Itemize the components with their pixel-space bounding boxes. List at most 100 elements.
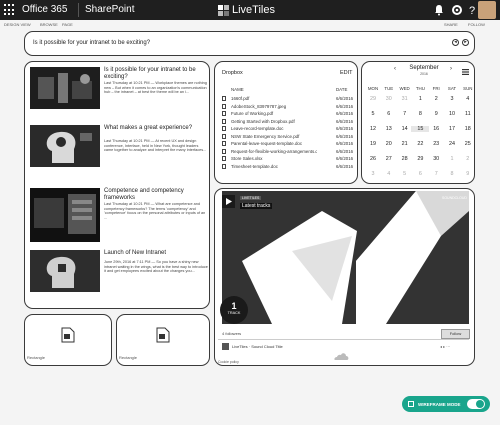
rectangle-label: Rectangle	[27, 355, 46, 360]
track-title[interactable]: LiveTiles · Sound Cloud Title	[232, 344, 283, 349]
file-name[interactable]: Getting Started with Dropbox.pdf	[231, 119, 317, 124]
file-date: 6/6/2016	[336, 156, 354, 161]
calendar-month: September	[409, 65, 439, 71]
soundcloud-art-shapes	[242, 211, 357, 324]
office365-title[interactable]: Office 365	[22, 3, 67, 17]
ribbon-bar: DESIGN VIEW BROWSE PAGE SHARE FOLLOW	[0, 20, 500, 29]
file-name[interactable]: Request-for-flexible-working-arrangement…	[231, 149, 317, 154]
calendar-panel	[361, 61, 475, 184]
file-icon	[222, 141, 226, 146]
file-icon	[222, 111, 226, 116]
followers-count: 4 followers	[222, 331, 242, 336]
news-excerpt: June 29th, 2016 at 7:11 PM — So you have…	[104, 260, 208, 274]
dropbox-file-row[interactable]: 1660f.pdf 6/6/2016	[222, 95, 353, 102]
news-thumbnail[interactable]	[30, 67, 100, 109]
file-icon	[222, 103, 226, 109]
calendar-day[interactable]: 2	[459, 156, 477, 162]
soundcloud-user[interactable]: LIVETILES	[240, 196, 262, 200]
play-button[interactable]	[222, 195, 235, 208]
calendar-next-button[interactable]: ›	[450, 66, 452, 72]
news-item[interactable]: Launch of New Intranet June 29th, 2016 a…	[30, 250, 208, 302]
page-tab[interactable]: PAGE	[62, 22, 73, 27]
file-icon	[222, 163, 226, 169]
file-date: 6/6/2016	[336, 111, 354, 116]
track-controls[interactable]: ◂ ▸ ⋯	[440, 344, 450, 349]
wireframe-mode-toggle[interactable]: WIREFRAME MODE	[402, 396, 490, 412]
file-name[interactable]: Leave-record-template.doc	[231, 126, 317, 131]
file-name[interactable]: 1660f.pdf	[231, 96, 317, 101]
dropbox-file-row[interactable]: Store Sales.xlsx 6/6/2016	[222, 155, 354, 162]
dropbox-file-row[interactable]: AdobeStock_83979787.jpeg 6/6/2016	[222, 103, 353, 110]
calendar-list-icon[interactable]	[462, 69, 469, 75]
news-thumbnail[interactable]	[30, 250, 100, 292]
play-icon	[226, 198, 232, 205]
calendar-day[interactable]: 25	[459, 141, 477, 147]
soundcloud-logo[interactable]: SOUNDCLOUD	[442, 196, 467, 200]
browse-tab[interactable]: BROWSE	[40, 22, 58, 27]
banner-next-button[interactable]: ▸	[462, 39, 469, 46]
banner-prev-button[interactable]: ◂	[452, 39, 459, 46]
dropbox-file-row[interactable]: NSW State Emergency Service.pdf 6/6/2016	[222, 133, 353, 140]
dropbox-file-row[interactable]: Leave-record-template.doc 6/6/2016	[222, 125, 354, 132]
dropbox-file-row[interactable]: Future of Working.pdf 6/6/2016	[222, 110, 354, 117]
file-name[interactable]: Parental-leave-request-template.doc	[231, 141, 317, 146]
dropbox-date-header[interactable]: DATE	[336, 87, 347, 92]
soundcloud-cloud-icon	[334, 353, 349, 360]
file-name[interactable]: Future of Working.pdf	[231, 111, 317, 116]
sharepoint-title[interactable]: SharePoint	[78, 3, 134, 17]
weekday-label: SUN	[463, 86, 473, 91]
file-icon	[222, 118, 226, 124]
calendar-day[interactable]: 4	[459, 96, 477, 102]
calendar-day[interactable]: 11	[459, 111, 477, 117]
livetiles-logo: LiveTiles	[218, 4, 275, 16]
dropbox-name-header[interactable]: NAME	[231, 87, 244, 92]
news-thumbnail[interactable]	[30, 125, 100, 167]
news-title[interactable]: Competence and competency frameworks	[104, 188, 208, 201]
bell-icon[interactable]	[432, 3, 446, 17]
cookie-policy-link[interactable]: Cookie policy	[218, 360, 239, 364]
user-avatar[interactable]	[478, 1, 496, 19]
follow-button[interactable]: Follow	[441, 329, 470, 339]
toggle-switch[interactable]	[467, 399, 485, 409]
file-icon	[222, 133, 226, 139]
calendar-day[interactable]: 9	[459, 171, 477, 177]
news-thumbnail[interactable]	[30, 188, 100, 242]
soundcloud-playlist-title[interactable]: Latest tracks	[240, 203, 273, 209]
file-name[interactable]: Timesheet-template.doc	[231, 164, 317, 169]
dropbox-title: Dropbox	[222, 70, 243, 76]
news-item[interactable]: What makes a great experience? Last Thur…	[30, 125, 208, 177]
news-title[interactable]: Launch of New Intranet	[104, 250, 208, 257]
file-icon	[222, 148, 226, 154]
news-title[interactable]: Is it possible for your intranet to be e…	[104, 67, 208, 80]
news-excerpt: Last Thursday at 10:21 PM — Workplace th…	[104, 81, 207, 95]
document-icon	[61, 327, 75, 343]
svg-text:?: ?	[469, 5, 475, 17]
app-launcher-icon[interactable]	[4, 4, 16, 16]
track-thumbnail[interactable]	[222, 343, 229, 350]
rectangle-label: Rectangle	[119, 355, 138, 360]
brand-name: LiveTiles	[232, 4, 275, 16]
dropbox-file-row[interactable]: Timesheet-template.doc 6/6/2016	[222, 163, 354, 170]
document-icon	[156, 327, 170, 343]
dropbox-file-row[interactable]: Parental-leave-request-template.doc 6/6/2…	[222, 140, 353, 147]
suite-bar: Office 365 SharePoint LiveTiles ?	[0, 0, 500, 20]
design-view-tab[interactable]: DESIGN VIEW	[4, 22, 31, 27]
file-date: 6/6/2016	[336, 126, 354, 131]
share-link[interactable]: SHARE	[444, 22, 458, 27]
gear-icon[interactable]	[450, 3, 464, 17]
news-title[interactable]: What makes a great experience?	[104, 125, 208, 132]
file-name[interactable]: NSW State Emergency Service.pdf	[231, 134, 317, 139]
file-name[interactable]: AdobeStock_83979787.jpeg	[231, 104, 317, 109]
news-item[interactable]: Competence and competency frameworks Las…	[30, 188, 208, 242]
dropbox-file-row[interactable]: Getting Started with Dropbox.pdf 6/6/2016	[222, 118, 353, 125]
divider	[218, 339, 469, 340]
follow-link[interactable]: FOLLOW	[468, 22, 485, 27]
news-item[interactable]: Is it possible for your intranet to be e…	[30, 67, 208, 119]
dropbox-file-row[interactable]: Request-for-flexible-working-arrangement…	[222, 148, 353, 155]
help-icon[interactable]: ?	[465, 3, 479, 17]
file-date: 6/6/2016	[336, 163, 354, 169]
file-icon	[222, 156, 226, 161]
calendar-day[interactable]: 18	[459, 126, 477, 132]
dropbox-edit-button[interactable]: EDIT	[340, 70, 353, 76]
file-name[interactable]: Store Sales.xlsx	[231, 156, 317, 161]
